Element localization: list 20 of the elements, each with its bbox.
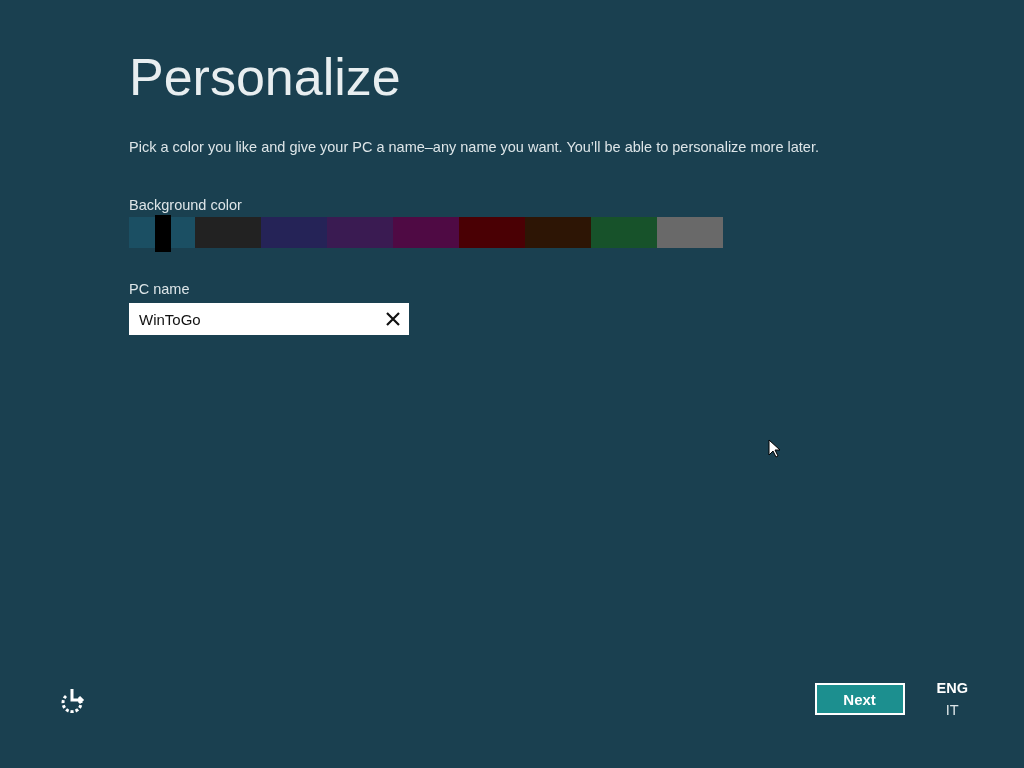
selection-thumb[interactable] (155, 215, 171, 252)
background-color-label: Background color (129, 197, 242, 213)
color-swatch[interactable] (261, 217, 327, 248)
language-secondary[interactable]: IT (945, 702, 959, 718)
color-swatch[interactable] (525, 217, 591, 248)
description-text: Pick a color you like and give your PC a name–any name you want. You’ll be able to personalize more later. (129, 139, 819, 155)
clear-icon[interactable] (386, 312, 400, 326)
pc-name-field[interactable]: WinToGo (129, 303, 409, 335)
language-primary[interactable]: ENG (936, 680, 968, 696)
ease-of-access-icon[interactable] (60, 687, 86, 713)
next-button[interactable]: Next (814, 683, 905, 715)
color-swatch[interactable] (657, 217, 723, 248)
page-title: Personalize (129, 47, 401, 108)
mouse-pointer-icon (768, 439, 780, 458)
pc-name-label: PC name (129, 281, 190, 297)
color-swatch[interactable] (459, 217, 525, 248)
color-swatch[interactable] (195, 217, 261, 248)
color-swatch[interactable] (591, 217, 657, 248)
color-swatch[interactable] (327, 217, 393, 248)
color-swatch[interactable] (393, 217, 459, 248)
